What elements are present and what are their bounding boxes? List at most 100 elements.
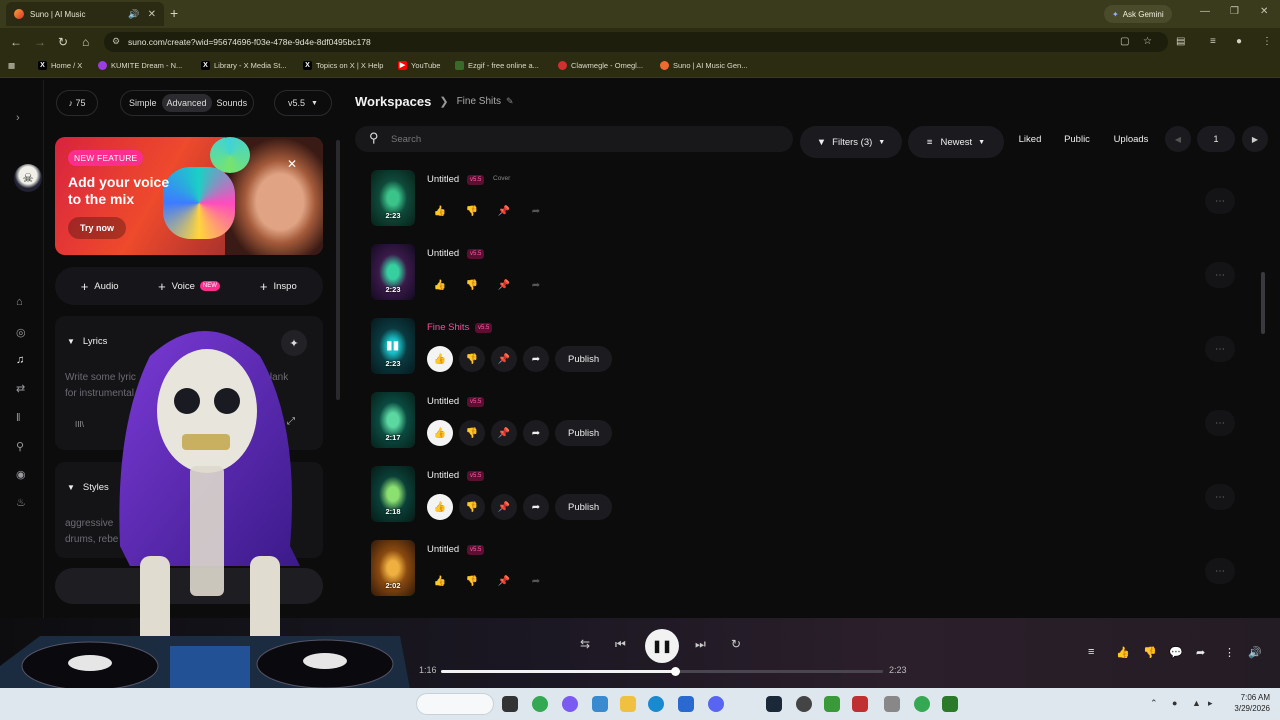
home-icon[interactable]: ⌂ (82, 35, 89, 49)
song-row[interactable]: 2:18 Untitled v5.5 👍 👎 📌 ➦ Publish ⋯ (369, 466, 1249, 530)
apps-grid-icon[interactable]: ▦ (8, 61, 15, 70)
reload-icon[interactable]: ↻ (58, 35, 68, 49)
chrome-active-icon[interactable] (914, 696, 930, 712)
credits-counter[interactable]: ♪ 75 (56, 90, 98, 116)
volume-icon[interactable]: 🔊 (1248, 646, 1262, 659)
public-filter[interactable]: Public (1055, 126, 1099, 152)
song-row[interactable]: ▮▮ 2:23 Fine Shits v5.5 👍 👎 📌 ➦ Publish ⋯ (369, 318, 1249, 382)
expand-icon[interactable]: ⤢ (287, 416, 295, 427)
studio-icon[interactable]: ⇄ (16, 382, 25, 395)
share-icon[interactable]: ➦ (523, 420, 549, 446)
close-promo-icon[interactable]: ✕ (287, 157, 297, 171)
pin-icon[interactable]: 📌 (491, 494, 517, 520)
sort-button[interactable]: ≡ Newest ▼ (908, 126, 1004, 158)
filters-button[interactable]: ▼ Filters (3) ▼ (800, 126, 902, 158)
like-icon[interactable]: 👍 (427, 272, 453, 298)
bookmark-item[interactable]: X Library - X Media St... (201, 61, 287, 70)
obs-icon[interactable] (796, 696, 812, 712)
close-window-icon[interactable]: ✕ (1260, 6, 1268, 17)
create-button[interactable] (55, 568, 323, 604)
page-number[interactable]: 1 (1197, 126, 1235, 152)
add-voice-button[interactable]: + Voice NEW (144, 279, 233, 294)
like-icon[interactable]: 👍 (427, 568, 453, 594)
ask-gemini-button[interactable]: ✦ Ask Gemini (1104, 5, 1172, 23)
styles-header[interactable]: ▼ Styles (67, 482, 109, 493)
like-icon[interactable]: 👍 (1116, 646, 1130, 659)
bookmark-item[interactable]: X Topics on X | X Help (303, 61, 383, 70)
publish-button[interactable]: Publish (555, 494, 613, 520)
share-icon[interactable]: ➦ (523, 568, 549, 594)
discord-icon[interactable] (708, 696, 724, 712)
bookmark-item[interactable]: ▶ YouTube (398, 61, 440, 70)
more-options-icon[interactable]: ⋯ (1205, 558, 1235, 584)
mode-simple[interactable]: Simple (124, 94, 162, 112)
bookmark-item[interactable]: Ezgif - free online a... (455, 61, 539, 70)
reading-list-icon[interactable]: ≡ (1210, 36, 1216, 47)
bookmark-item[interactable]: Suno | AI Music Gen... (660, 61, 747, 70)
app-icon[interactable] (852, 696, 868, 712)
song-cover[interactable]: 2:02 (371, 540, 415, 596)
terminal-icon[interactable] (942, 696, 958, 712)
breadcrumb-workspaces[interactable]: Workspaces (355, 94, 431, 109)
song-title[interactable]: Untitled (427, 396, 459, 407)
song-title[interactable]: Untitled (427, 174, 459, 185)
expand-sidebar-icon[interactable]: › (16, 112, 20, 124)
store-icon[interactable] (678, 696, 694, 712)
share-icon[interactable]: ➦ (523, 494, 549, 520)
explore-icon[interactable]: ◎ (16, 326, 26, 339)
panel-scrollbar[interactable] (336, 140, 340, 400)
settings-icon[interactable] (884, 696, 900, 712)
dislike-icon[interactable]: 👎 (459, 568, 485, 594)
pause-button[interactable]: ❚❚ (645, 629, 679, 663)
site-info-icon[interactable]: ⚙ (112, 36, 120, 47)
song-cover[interactable]: ▮▮ 2:23 (371, 318, 415, 374)
speaker-icon[interactable]: 🔊 (128, 9, 139, 20)
dislike-icon[interactable]: 👎 (459, 494, 485, 520)
more-options-icon[interactable]: ⋯ (1205, 410, 1235, 436)
like-icon[interactable]: 👍 (427, 494, 453, 520)
uploads-filter[interactable]: Uploads (1105, 126, 1157, 152)
search-icon[interactable]: ⚲ (16, 440, 24, 453)
share-icon[interactable]: ➦ (523, 198, 549, 224)
styles-input[interactable]: aggressive drums, rebe llig (65, 516, 305, 548)
more-options-icon[interactable]: ⋯ (1205, 484, 1235, 510)
create-icon[interactable]: ♫ (16, 354, 24, 366)
split-view-icon[interactable]: ▤ (1176, 36, 1185, 47)
home-icon[interactable]: ⌂ (16, 296, 23, 308)
queue-icon[interactable]: ≡ (1088, 646, 1094, 658)
xbox-icon[interactable] (824, 696, 840, 712)
dislike-icon[interactable]: 👎 (1143, 646, 1157, 659)
song-cover[interactable]: 2:18 (371, 466, 415, 522)
song-cover[interactable]: 2:23 (371, 244, 415, 300)
more-options-icon[interactable]: ⋯ (1205, 262, 1235, 288)
promo-banner[interactable]: NEW FEATURE Add your voice to the mix Tr… (55, 137, 323, 255)
song-title[interactable]: Fine Shits (427, 322, 469, 333)
mic-icon[interactable]: ● (1172, 698, 1177, 708)
browser-tab[interactable]: Suno | AI Music 🔊 ✕ (6, 2, 164, 26)
restore-icon[interactable]: ❐ (1230, 6, 1239, 17)
mode-advanced[interactable]: Advanced (161, 94, 212, 112)
forward-icon[interactable]: → (34, 35, 46, 49)
pin-icon[interactable]: 📌 (491, 272, 517, 298)
minimize-icon[interactable]: — (1200, 6, 1210, 17)
previous-track-icon[interactable]: ⏮ (615, 637, 626, 652)
like-icon[interactable]: 👍 (427, 346, 453, 372)
wifi-icon[interactable]: ▲ (1192, 698, 1201, 708)
task-view-icon[interactable] (502, 696, 518, 712)
progress-slider[interactable] (441, 667, 883, 676)
steam-icon[interactable] (766, 696, 782, 712)
install-app-icon[interactable]: ▢ (1120, 36, 1129, 47)
bookmark-item[interactable]: KUMITE Dream - N... (98, 61, 182, 70)
copilot-icon[interactable] (562, 696, 578, 712)
lyrics-header[interactable]: ▼ Lyrics (67, 336, 107, 347)
notifications-icon[interactable]: ♨ (16, 496, 26, 509)
dislike-icon[interactable]: 👎 (459, 272, 485, 298)
file-explorer-icon[interactable] (620, 696, 636, 712)
comment-icon[interactable]: 💬 (1169, 646, 1183, 659)
edge-icon[interactable] (648, 696, 664, 712)
avatar[interactable]: ☠ (14, 164, 42, 192)
pin-icon[interactable]: 📌 (491, 198, 517, 224)
system-clock[interactable]: 7:06 AM 3/29/2026 (1224, 692, 1270, 714)
new-tab-button[interactable]: + (170, 5, 178, 21)
add-audio-button[interactable]: + Audio (55, 279, 144, 294)
